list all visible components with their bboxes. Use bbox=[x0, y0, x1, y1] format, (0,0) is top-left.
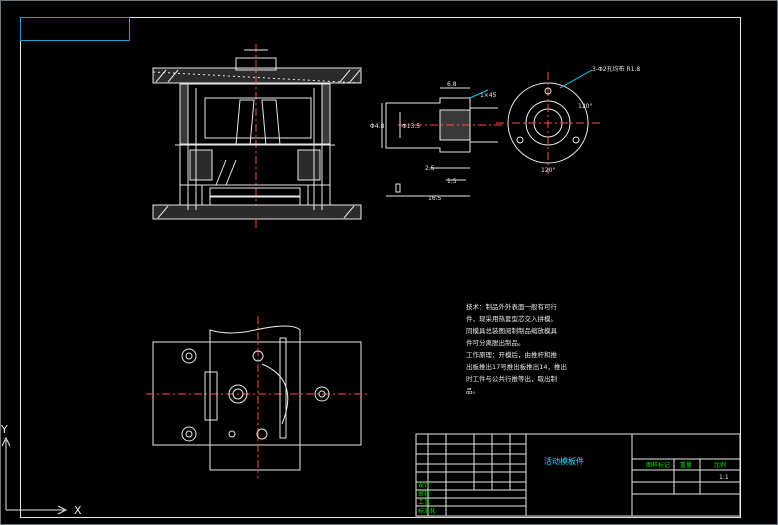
angle-bottom: 120° bbox=[541, 167, 555, 174]
dim-mid: 1.5 bbox=[447, 178, 457, 185]
row-design: 设计 bbox=[418, 481, 430, 489]
title-block bbox=[415, 433, 741, 517]
tech-line-5: 工作原理：开模后，由推杆和推 bbox=[466, 350, 558, 359]
drawing-canvas[interactable]: Φ4.8 Φ13.5 6.8 2.5 1.5 16.5 1×45 3-Φ2孔均布… bbox=[0, 0, 778, 525]
tech-requirements: 技术：制品外外表面一般有可行 件，现采用热套型芯交入拼模。 同模具总装图阅制制品… bbox=[466, 302, 567, 395]
part-end-view bbox=[496, 69, 600, 174]
drawing-title: 活动模板件 bbox=[544, 456, 584, 466]
row-review: 审核 bbox=[418, 490, 430, 498]
end-view-note: 3-Φ2孔均布 R1.8 bbox=[592, 65, 640, 73]
mass-header: 重量 bbox=[680, 461, 692, 469]
dim-left: 2.5 bbox=[425, 165, 435, 172]
dim-d-inner: Φ13.5 bbox=[402, 123, 420, 130]
code-label: 图样标记 bbox=[646, 461, 670, 469]
ucs-icon bbox=[1, 436, 68, 515]
ucs-y-label: Y bbox=[0, 423, 8, 436]
tech-line-3: 同模具总装图阅制制品缩放模具 bbox=[466, 326, 558, 335]
part-end-dims: 3-Φ2孔均布 R1.8 120° 120° bbox=[541, 65, 640, 174]
front-section-view bbox=[152, 44, 362, 230]
top-plan-view bbox=[146, 316, 370, 478]
dim-top: 6.8 bbox=[447, 81, 457, 88]
tech-line-6: 出板推出17号推出板推出14，推出 bbox=[466, 362, 567, 371]
tech-line-8: 品。 bbox=[466, 387, 479, 395]
tech-line-1: 技术：制品外外表面一般有可行 bbox=[466, 302, 558, 311]
row-process: 工艺 bbox=[418, 498, 430, 506]
scale-header: 比例 bbox=[714, 461, 726, 469]
dim-taper: 1×45 bbox=[480, 92, 497, 99]
tech-line-4: 件可分离脱出制品。 bbox=[466, 338, 525, 347]
dim-bottom: 16.5 bbox=[428, 195, 442, 202]
tech-line-2: 件，现采用热套型芯交入拼模。 bbox=[466, 314, 557, 323]
outer-border bbox=[0, 0, 778, 525]
tech-line-7: 时工件与公共行推等出，取出制 bbox=[466, 374, 558, 383]
part-section-view bbox=[381, 87, 504, 197]
scale-value: 1:1 bbox=[719, 474, 729, 481]
row-standard: 标准化 bbox=[418, 507, 436, 515]
dim-d-outer: Φ4.8 bbox=[370, 123, 384, 130]
angle-right: 120° bbox=[578, 103, 592, 110]
corner-box bbox=[20, 17, 130, 41]
ucs-x-label: X bbox=[74, 504, 82, 517]
